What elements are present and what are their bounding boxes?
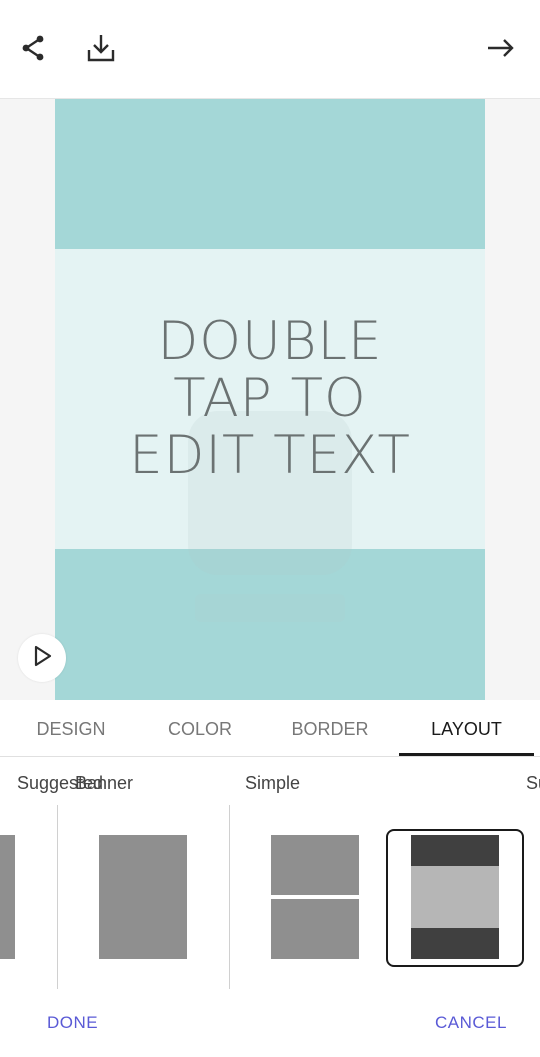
category-label-simple: Simple	[245, 773, 301, 793]
tab-bar: DESIGN COLOR BORDER LAYOUT	[0, 700, 540, 757]
poster-text-line: TAP TO	[173, 368, 367, 429]
category-label-partial: Su	[526, 773, 540, 793]
tab-design[interactable]: DESIGN	[0, 700, 142, 756]
canvas-area: DOUBLE TAP TO EDIT TEXT	[0, 99, 540, 700]
top-toolbar	[0, 0, 540, 99]
arrow-right-icon[interactable]	[482, 30, 518, 66]
layout-thumb-suggested[interactable]	[0, 835, 16, 959]
poster-text-line: DOUBLE	[157, 311, 383, 372]
poster-text-line: EDIT TEXT	[129, 425, 411, 486]
done-button[interactable]: DONE	[47, 1013, 98, 1033]
layout-thumb-simple-split[interactable]	[271, 835, 359, 959]
watermark-text	[195, 594, 345, 622]
footer-actions: DONE CANCEL	[0, 997, 540, 1057]
layout-thumb-banner-stripe[interactable]	[411, 835, 499, 959]
layout-options: Suggested Banner Simple Su	[0, 757, 540, 997]
category-divider	[229, 805, 230, 989]
play-icon	[29, 643, 55, 674]
poster-top-band	[55, 99, 485, 249]
share-icon[interactable]	[16, 30, 52, 66]
category-label-banner: Banner	[75, 773, 134, 793]
tab-border[interactable]: BORDER	[262, 700, 398, 756]
tab-layout[interactable]: LAYOUT	[399, 700, 534, 756]
cancel-button[interactable]: CANCEL	[435, 1013, 507, 1033]
poster-canvas[interactable]: DOUBLE TAP TO EDIT TEXT	[55, 99, 485, 700]
category-divider	[57, 805, 58, 989]
layout-thumb-banner[interactable]	[99, 835, 187, 959]
active-tab-indicator	[399, 753, 534, 756]
tab-color[interactable]: COLOR	[142, 700, 258, 756]
play-button[interactable]	[18, 634, 66, 682]
poster-text[interactable]: DOUBLE TAP TO EDIT TEXT	[55, 313, 485, 484]
download-icon[interactable]	[83, 30, 119, 66]
